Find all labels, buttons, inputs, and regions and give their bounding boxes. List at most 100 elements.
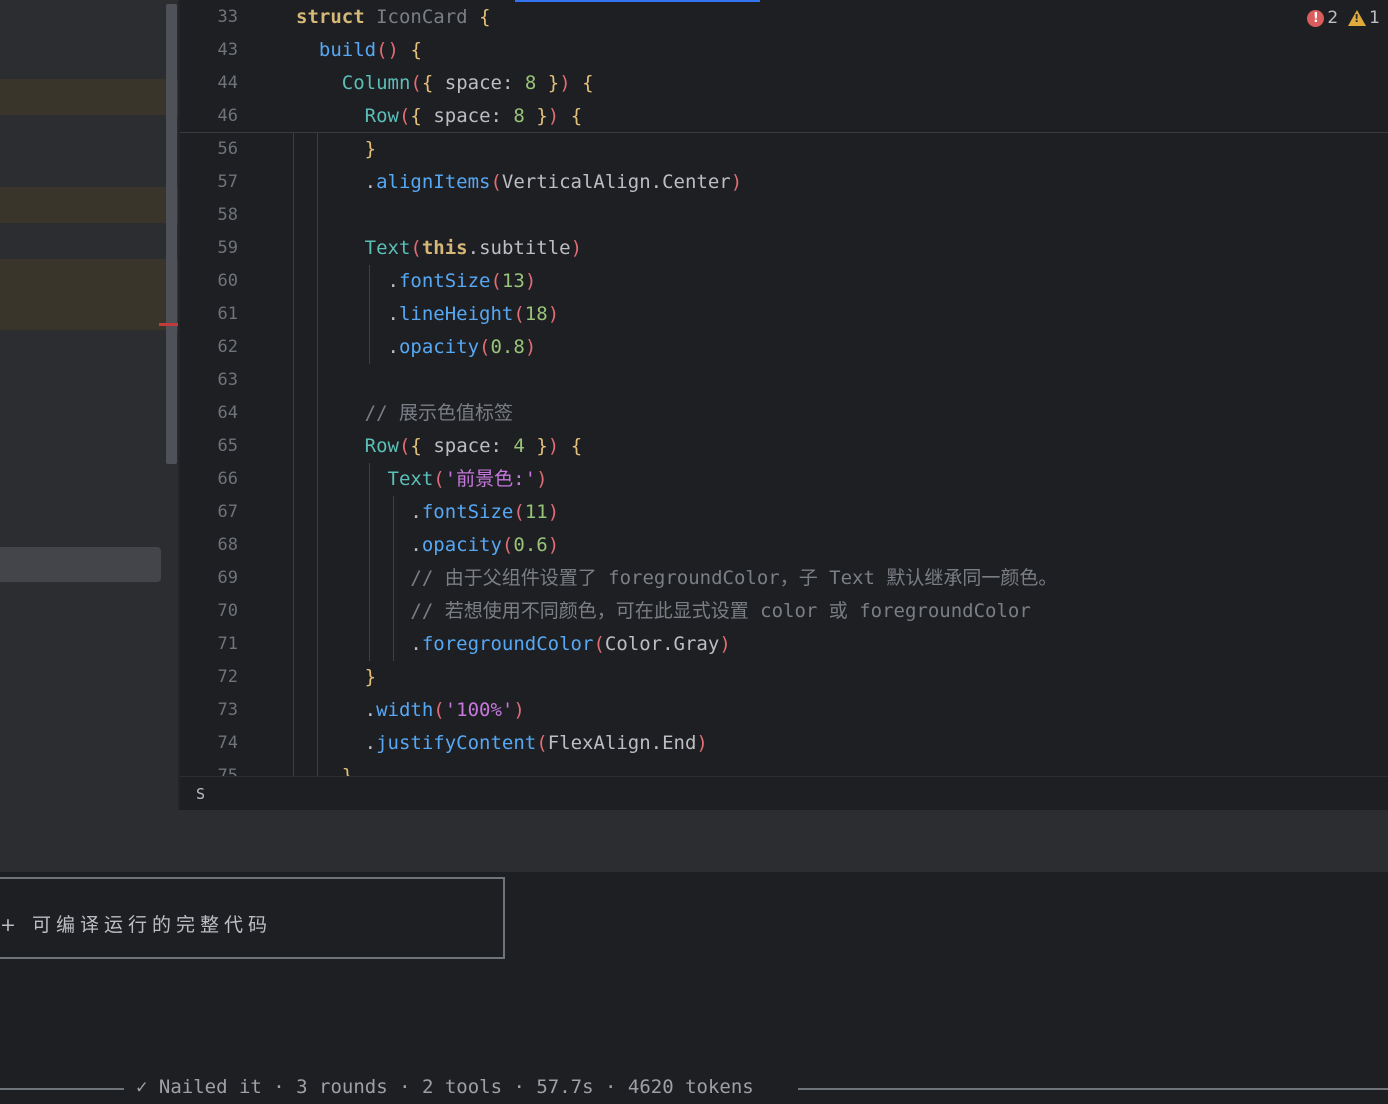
error-count-badge[interactable]: ! 2 bbox=[1307, 8, 1338, 28]
code-token: 4 bbox=[513, 435, 525, 457]
code-token: space bbox=[444, 72, 502, 94]
warning-count-badge[interactable]: ! 1 bbox=[1348, 8, 1380, 28]
code-line[interactable]: .foregroundColor(Color.Gray) bbox=[296, 628, 730, 661]
line-number: 43 bbox=[217, 40, 238, 60]
status-rule-left bbox=[0, 1088, 124, 1090]
sidebar-highlight-row[interactable] bbox=[0, 259, 178, 330]
line-number: 44 bbox=[217, 73, 238, 93]
code-line[interactable]: .fontSize(11) bbox=[296, 496, 559, 529]
code-string: '前景色:' bbox=[444, 468, 537, 490]
code-token: Row bbox=[364, 105, 399, 127]
code-line[interactable]: } bbox=[296, 133, 376, 166]
code-token: Text bbox=[387, 468, 434, 490]
error-count: 2 bbox=[1327, 8, 1339, 28]
warning-count: 1 bbox=[1369, 8, 1380, 28]
code-line[interactable]: struct IconCard { bbox=[296, 1, 491, 34]
line-number: 56 bbox=[217, 139, 238, 159]
code-line[interactable]: Column({ space: 8 }) { bbox=[296, 67, 594, 100]
code-line[interactable]: build() { bbox=[296, 34, 422, 67]
sidebar-highlight-row[interactable] bbox=[0, 187, 178, 223]
code-line[interactable]: Text('前景色:') bbox=[296, 463, 548, 496]
code-token: 8 bbox=[524, 72, 537, 94]
code-token: foregroundColor bbox=[421, 633, 594, 655]
code-token: alignItems bbox=[376, 171, 491, 193]
line-number: 64 bbox=[217, 403, 238, 423]
code-token: 0.8 bbox=[490, 336, 525, 358]
code-token: 0.6 bbox=[513, 534, 548, 556]
project-sidebar bbox=[0, 0, 180, 810]
line-number: 57 bbox=[217, 172, 238, 192]
code-token: space bbox=[433, 105, 491, 127]
indent-guide bbox=[293, 133, 294, 776]
code-token: VerticalAlign bbox=[501, 171, 651, 193]
error-marker bbox=[159, 323, 179, 326]
code-comment: // 展示色值标签 bbox=[364, 402, 513, 424]
code-token: Gray bbox=[673, 633, 720, 655]
code-comment: // 若想使用不同颜色，可在此显式设置 color 或 foregroundCo… bbox=[410, 600, 1031, 622]
code-line[interactable]: .opacity(0.8) bbox=[296, 331, 537, 364]
code-editor[interactable]: ! 2 ! 1 33 43 44 46 56 57 58 59 60 61 62… bbox=[180, 0, 1388, 776]
line-number: 33 bbox=[217, 7, 238, 27]
code-line[interactable]: .width('100%') bbox=[296, 694, 525, 727]
code-token: this bbox=[421, 237, 468, 259]
code-token: 11 bbox=[524, 501, 548, 523]
code-token: fontSize bbox=[421, 501, 514, 523]
code-token: Color bbox=[604, 633, 663, 655]
code-token: 18 bbox=[524, 303, 548, 325]
code-line[interactable]: // 由于父组件设置了 foregroundColor，子 Text 默认继承同… bbox=[296, 562, 1057, 595]
code-line[interactable]: Row({ space: 4 }) { bbox=[296, 430, 583, 463]
code-line[interactable]: .lineHeight(18) bbox=[296, 298, 560, 331]
line-number: 72 bbox=[217, 667, 238, 687]
code-token: IconCard bbox=[376, 6, 468, 28]
line-number: 60 bbox=[217, 271, 238, 291]
sidebar-selected-item[interactable] bbox=[0, 547, 161, 582]
terminal-panel[interactable]: + 可编译运行的完整代码 bbox=[0, 872, 1388, 1104]
code-line[interactable]: Text(this.subtitle) bbox=[296, 232, 582, 265]
code-token: Column bbox=[341, 72, 411, 94]
status-rule-right bbox=[798, 1088, 1388, 1090]
breadcrumb[interactable]: S bbox=[180, 776, 1388, 811]
code-token: width bbox=[376, 699, 434, 721]
line-number: 61 bbox=[217, 304, 238, 324]
breadcrumb-item[interactable]: S bbox=[196, 777, 205, 811]
code-token: build bbox=[318, 39, 377, 61]
active-tab-indicator bbox=[515, 0, 760, 2]
code-string: '100%' bbox=[444, 699, 514, 721]
inspection-widget[interactable]: ! 2 ! 1 bbox=[1307, 8, 1380, 28]
code-token: subtitle bbox=[479, 237, 571, 259]
line-number: 65 bbox=[217, 436, 238, 456]
line-number: 68 bbox=[217, 535, 238, 555]
line-number: 75 bbox=[217, 766, 238, 776]
code-token: fontSize bbox=[398, 270, 491, 292]
code-line[interactable]: .opacity(0.6) bbox=[296, 529, 559, 562]
line-number: 62 bbox=[217, 337, 238, 357]
sidebar-highlight-row[interactable] bbox=[0, 79, 178, 115]
line-number: 63 bbox=[217, 370, 238, 390]
code-line[interactable]: .justifyContent(FlexAlign.End) bbox=[296, 727, 708, 760]
code-line[interactable]: .fontSize(13) bbox=[296, 265, 537, 298]
line-number: 59 bbox=[217, 238, 238, 258]
sticky-lines-divider bbox=[180, 132, 1388, 133]
code-comment: // 由于父组件设置了 foregroundColor，子 Text 默认继承同… bbox=[410, 567, 1058, 589]
panel-toolbar bbox=[0, 810, 1388, 872]
code-token: space bbox=[433, 435, 491, 457]
line-number: 70 bbox=[217, 601, 238, 621]
line-number: 69 bbox=[217, 568, 238, 588]
line-number: 71 bbox=[217, 634, 238, 654]
code-line[interactable]: Row({ space: 8 }) { bbox=[296, 100, 583, 133]
line-number: 46 bbox=[217, 106, 238, 126]
code-line[interactable]: } bbox=[296, 661, 376, 694]
line-number: 73 bbox=[217, 700, 238, 720]
code-line[interactable]: } bbox=[296, 760, 353, 776]
code-token: lineHeight bbox=[398, 303, 514, 325]
code-line[interactable]: // 若想使用不同颜色，可在此显式设置 color 或 foregroundCo… bbox=[296, 595, 1031, 628]
code-line[interactable]: .alignItems(VerticalAlign.Center) bbox=[296, 166, 743, 199]
code-line[interactable]: // 展示色值标签 bbox=[296, 397, 513, 430]
code-token: opacity bbox=[421, 534, 502, 556]
line-number: 66 bbox=[217, 469, 238, 489]
sidebar-scrollbar[interactable] bbox=[166, 4, 177, 464]
code-token: opacity bbox=[398, 336, 480, 358]
output-box-text: + 可编译运行的完整代码 bbox=[0, 914, 272, 936]
code-token: End bbox=[662, 732, 697, 754]
line-number: 67 bbox=[217, 502, 238, 522]
